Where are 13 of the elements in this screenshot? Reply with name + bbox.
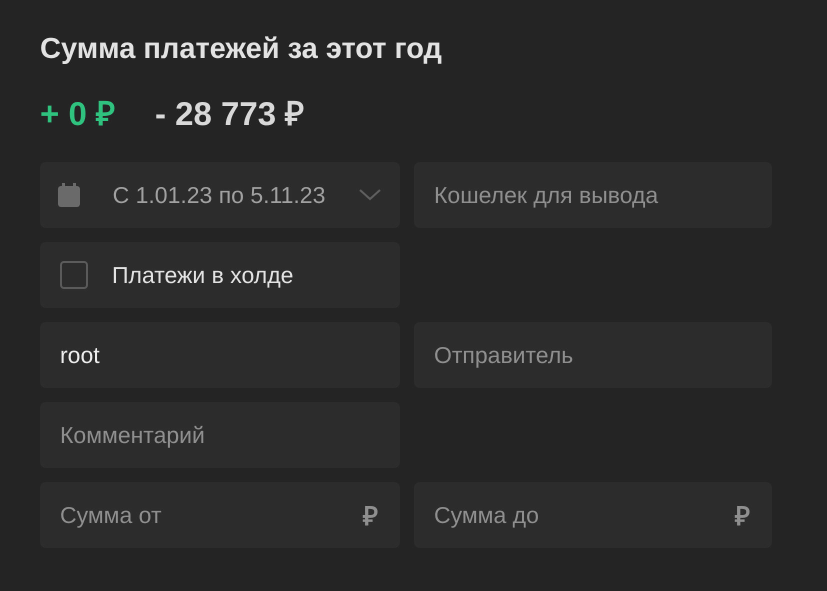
expense-total: - 28 773 ₽ [154, 94, 304, 134]
income-total: + 0 ₽ [40, 94, 115, 134]
input-field[interactable]: root [40, 322, 400, 388]
input-field[interactable]: Комментарий [40, 402, 400, 468]
currency-symbol: ₽ [735, 500, 750, 533]
page-title: Сумма платежей за этот год [40, 32, 443, 67]
input-field[interactable]: Кошелек для вывода [414, 162, 772, 228]
chevron-down-icon [358, 188, 382, 202]
date-range-picker[interactable]: С 1.01.23 по 5.11.23 [40, 162, 400, 228]
currency-symbol: ₽ [363, 500, 378, 533]
calendar-icon [58, 183, 80, 207]
input-field[interactable]: Отправитель [414, 322, 772, 388]
hold-payments-checkbox[interactable]: Платежи в холде [40, 242, 400, 308]
